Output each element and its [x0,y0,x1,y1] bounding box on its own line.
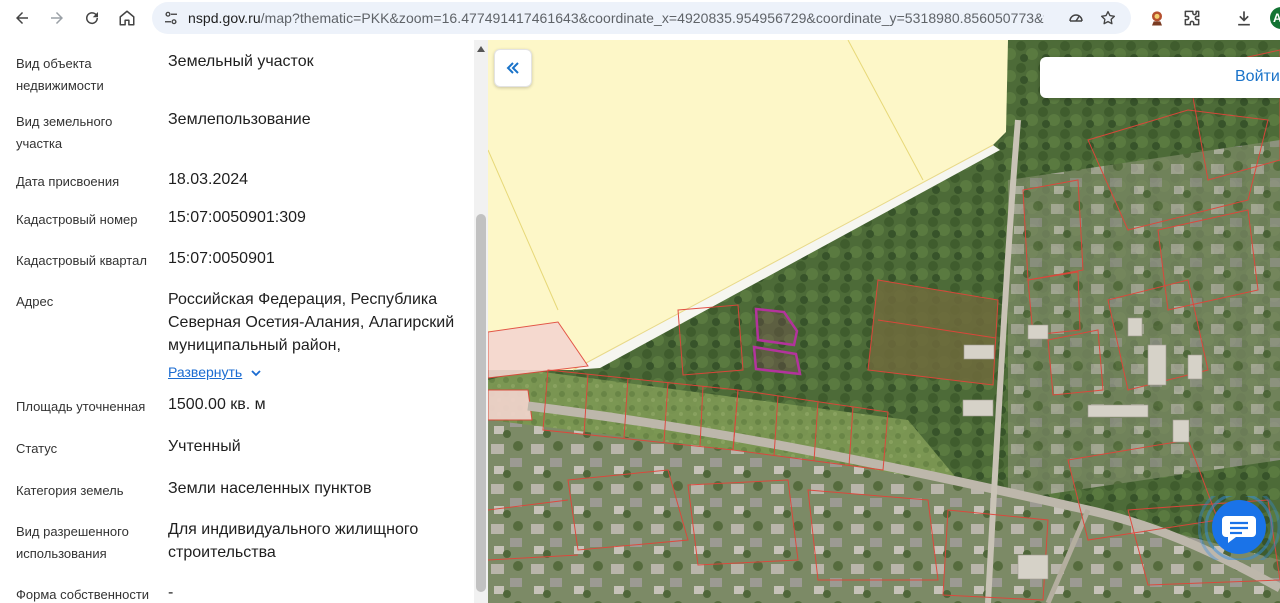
extension-icon[interactable] [1147,8,1167,28]
home-icon [119,10,135,26]
arrow-left-icon [16,12,28,24]
profile-avatar[interactable]: A [1270,7,1280,29]
info-key: Кадастровый номер [16,212,138,227]
login-label: Войти [1235,68,1280,85]
bookmark-star-icon[interactable] [1099,9,1117,27]
back-button[interactable] [8,4,36,32]
info-key: Кадастровый квартал [16,253,147,268]
satellite-map[interactable] [488,40,1280,603]
site-settings-icon[interactable] [162,9,180,27]
address-text: Российская Федерация, Республика Северна… [168,291,455,354]
arrow-right-icon [51,12,63,24]
panel-scrollbar-thumb[interactable] [476,214,486,592]
info-key: Вид объекта недвижимости [16,56,104,93]
info-key: Форма собственности [16,587,150,602]
info-row-ownership: Форма собственности - [0,584,474,603]
info-key: Категория земель [16,483,124,498]
info-row-cadastral-number: Кадастровый номер 15:07:0050901:309 [0,209,474,233]
info-row-area: Площадь уточненная 1500.00 кв. м [0,396,474,420]
info-row-cadastral-quarter: Кадастровый квартал 15:07:0050901 [0,250,474,274]
url-text: nspd.gov.ru/map?thematic=PKK&zoom=16.477… [188,10,1044,26]
info-value-address: Российская Федерация, Республика Северна… [168,288,464,384]
info-value: Земли населенных пунктов [168,480,372,497]
info-key: Адрес [16,294,54,309]
profile-initial: A [1273,11,1280,25]
info-row-land-category: Категория земель Земли населенных пункто… [0,480,474,504]
chevron-down-icon [251,369,261,376]
info-row-address: Адрес Российская Федерация, Республика С… [0,291,474,381]
info-row-land-type: Вид земельного участка Землепользование [0,111,474,161]
chat-button[interactable] [1198,496,1280,560]
home-button[interactable] [113,4,141,32]
info-value[interactable]: 15:07:0050901 [168,247,460,270]
info-value: Учтенный [168,438,241,455]
info-row-assign-date: Дата присвоения 18.03.2024 [0,171,474,195]
info-row-status: Статус Учтенный [0,438,474,462]
address-bar[interactable]: nspd.gov.ru/map?thematic=PKK&zoom=16.477… [152,2,1131,34]
info-value: Земельный участок [168,53,314,70]
download-icon[interactable] [1234,8,1254,28]
expand-label: Развернуть [168,364,243,380]
scroll-up-arrow-icon[interactable] [477,46,485,52]
reload-button[interactable] [78,4,106,32]
info-value: 1500.00 кв. м [168,396,266,413]
expand-address-link[interactable]: Развернуть [168,361,262,384]
info-value: Землепользование [168,111,311,128]
browser-toolbar: nspd.gov.ru/map?thematic=PKK&zoom=16.477… [0,0,1280,36]
object-info-panel: Вид объекта недвижимости Земельный участ… [0,40,474,603]
performance-icon[interactable] [1067,9,1085,27]
map-view[interactable] [488,40,1280,603]
info-key: Площадь уточненная [16,399,146,414]
info-value: 18.03.2024 [168,171,249,188]
info-row-object-type: Вид объекта недвижимости Земельный участ… [0,53,474,103]
info-value: - [168,584,174,601]
login-button[interactable]: Войти [1040,57,1280,98]
info-value: Для индивидуального жилищного строительс… [168,521,419,561]
info-key: Дата присвоения [16,174,120,189]
extensions-puzzle-icon[interactable] [1182,8,1202,28]
info-key: Вид разрешенного использования [16,524,129,561]
info-value[interactable]: 15:07:0050901:309 [168,206,460,229]
double-chevron-left-icon [506,62,519,74]
reload-icon [86,12,99,25]
collapse-panel-button[interactable] [494,49,532,87]
info-key: Статус [16,441,58,456]
forward-button[interactable] [43,4,71,32]
info-key: Вид земельного участка [16,114,113,151]
info-row-permitted-use: Вид разрешенного использования Для индив… [0,521,474,571]
